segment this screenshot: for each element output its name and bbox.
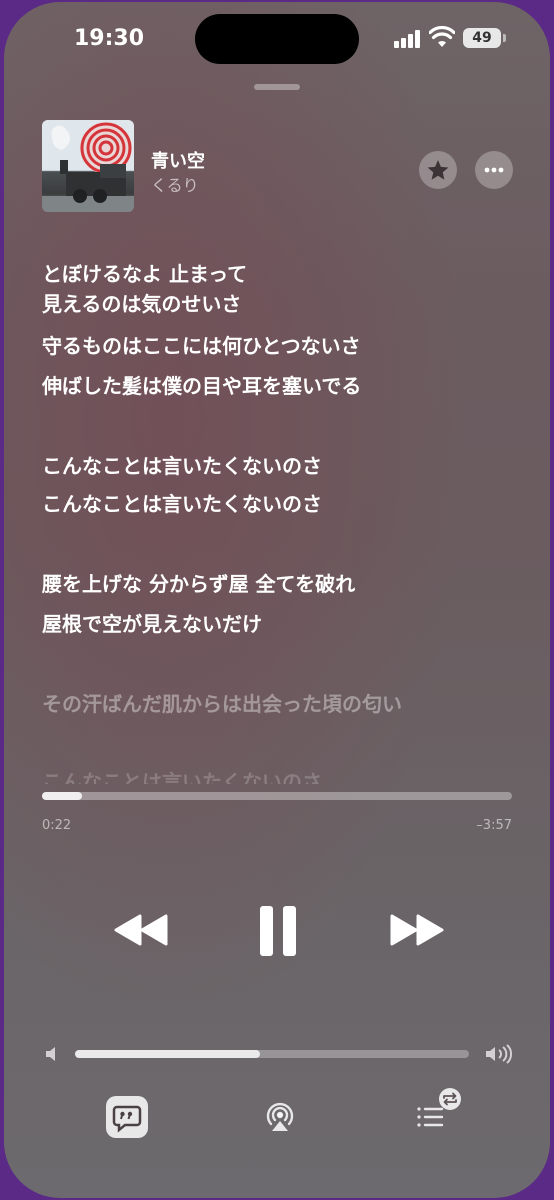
battery-icon: 49: [463, 28, 506, 48]
ellipsis-icon: [484, 167, 504, 173]
cellular-signal-icon: [394, 30, 422, 48]
star-icon: [427, 160, 449, 180]
track-title: 青い空: [151, 151, 205, 172]
quote-bubble-icon: [112, 1105, 142, 1133]
album-artwork[interactable]: [42, 120, 134, 212]
pause-icon: [260, 906, 273, 956]
repeat-badge-icon: [439, 1088, 461, 1110]
queue-button[interactable]: [414, 1086, 466, 1138]
status-time: 19:30: [74, 26, 145, 51]
lyric-line[interactable]: とぼけるなよ 止まって: [42, 258, 247, 287]
playback-scrubber[interactable]: [42, 792, 512, 800]
track-artist[interactable]: くるり: [151, 172, 199, 196]
favorite-button[interactable]: [419, 151, 457, 189]
lyric-line[interactable]: 伸ばした髪は僕の目や耳を塞いでる: [42, 370, 361, 399]
dynamic-island: [195, 14, 359, 64]
lyric-line[interactable]: 見えるのは気のせいさ: [42, 288, 241, 317]
more-options-button[interactable]: [475, 151, 513, 189]
wifi-icon: [429, 26, 455, 47]
lyric-line[interactable]: 守るものはここには何ひとつないさ: [42, 330, 361, 359]
lyric-line[interactable]: こんなことは言いたくないのさ: [42, 450, 322, 479]
list-icon: [417, 1107, 444, 1127]
volume-low-icon: [46, 1047, 55, 1061]
lyric-line[interactable]: その汗ばんだ肌からは出会った頃の匂い: [42, 688, 402, 717]
pause-button[interactable]: [256, 904, 300, 958]
sheet-grabber[interactable]: [254, 84, 300, 90]
volume-slider[interactable]: [75, 1050, 469, 1058]
now-playing-screen: 19:30 49 青い空 くるり とぼけるなよ 止まって 見えるのは気のせいさ …: [4, 2, 550, 1198]
forward-icon: [390, 914, 418, 946]
lyrics-toggle-button[interactable]: [106, 1096, 148, 1138]
lyric-line[interactable]: 屋根で空が見えないだけ: [42, 608, 262, 637]
volume-level: [75, 1050, 261, 1058]
status-bar: 19:30 49: [4, 2, 550, 72]
lyric-line[interactable]: こんなことは言いたくないのさ: [42, 488, 322, 517]
artwork-image: [42, 120, 134, 212]
volume-high-icon: [486, 1044, 513, 1064]
playback-progress: [42, 792, 82, 800]
lyrics-panel[interactable]: とぼけるなよ 止まって 見えるのは気のせいさ 守るものはここには何ひとつないさ …: [42, 254, 522, 784]
lyric-line[interactable]: 腰を上げな 分からず屋 全てを破れ: [42, 568, 355, 597]
rewind-button[interactable]: [114, 910, 170, 950]
airplay-button[interactable]: [263, 1098, 297, 1136]
forward-button[interactable]: [388, 910, 444, 950]
remaining-time: –3:57: [476, 818, 512, 833]
lyric-line[interactable]: こんなことは言いたくないのさ: [42, 766, 322, 784]
elapsed-time: 0:22: [42, 818, 72, 833]
backward-icon: [114, 914, 142, 946]
